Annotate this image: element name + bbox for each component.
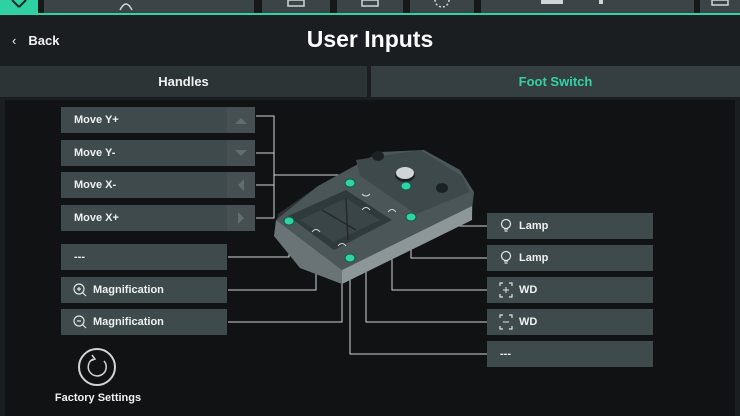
right-arrow-icon (227, 205, 255, 231)
move-y-minus-button[interactable]: Move Y- (61, 140, 255, 166)
button-label: Move X- (74, 179, 117, 191)
factory-settings-button[interactable] (78, 348, 116, 386)
magnification-plus-button[interactable]: Magnification (61, 277, 227, 303)
button-label: --- (74, 251, 85, 263)
move-x-minus-button[interactable]: Move X- (61, 172, 255, 198)
button-label: Move X+ (74, 212, 119, 224)
reset-icon (87, 354, 107, 377)
button-label: Move Y+ (74, 114, 119, 126)
zoom-in-icon (72, 277, 88, 303)
button-label: --- (500, 348, 511, 360)
move-x-plus-button[interactable]: Move X+ (61, 205, 255, 231)
lamp-button-1[interactable]: Lamp (487, 213, 653, 239)
lamp-button-2[interactable]: Lamp (487, 245, 653, 271)
factory-settings-label: Factory Settings (54, 392, 142, 404)
button-label: Magnification (93, 284, 164, 296)
unassigned-right-button[interactable]: --- (487, 341, 653, 367)
button-label: Lamp (519, 220, 549, 232)
button-label: Move Y- (74, 147, 116, 159)
magnification-minus-button[interactable]: Magnification (61, 309, 227, 335)
left-arrow-icon (227, 172, 255, 198)
lamp-icon (498, 213, 514, 239)
down-arrow-icon (227, 140, 255, 166)
button-label: WD (519, 316, 538, 328)
button-label: WD (519, 284, 538, 296)
wd-icon (498, 309, 514, 335)
button-label: Magnification (93, 316, 164, 328)
unassigned-left-button[interactable]: --- (61, 244, 227, 270)
wd-button-2[interactable]: WD (487, 309, 653, 335)
button-label: Lamp (519, 252, 549, 264)
zoom-out-icon (72, 309, 88, 335)
up-arrow-icon (227, 107, 255, 133)
wd-icon (498, 277, 514, 303)
lamp-icon (498, 245, 514, 271)
wd-button-1[interactable]: WD (487, 277, 653, 303)
move-y-plus-button[interactable]: Move Y+ (61, 107, 255, 133)
foot-switch-illustration (274, 150, 474, 284)
